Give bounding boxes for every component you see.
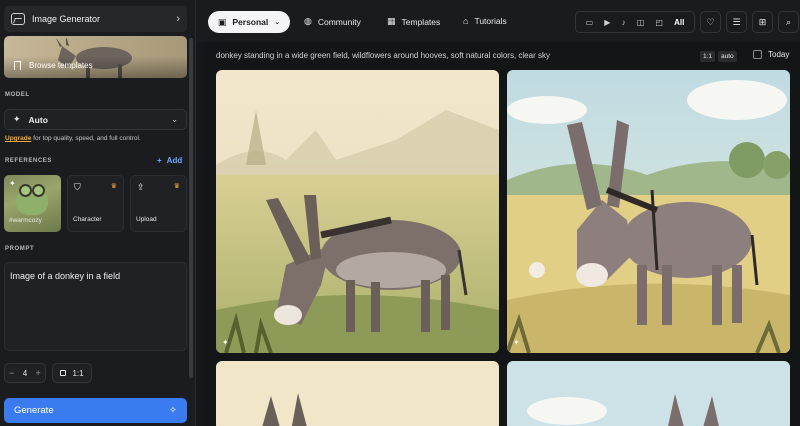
tab-community[interactable]: ◍ Community bbox=[304, 16, 361, 27]
sparkle-icon: ✧ bbox=[169, 405, 177, 416]
reference-label: Character bbox=[73, 216, 102, 223]
grid-view-button[interactable]: ⊞ bbox=[752, 11, 773, 33]
header-title: Image Generator bbox=[32, 14, 101, 24]
reference-character[interactable]: ⛉ ♛ Character bbox=[67, 175, 124, 232]
ratio-chip: 1:1 bbox=[700, 51, 716, 62]
tab-personal[interactable]: ▣ Personal ⌄ bbox=[208, 11, 290, 33]
prompt-input[interactable]: Image of a donkey in a field bbox=[4, 262, 187, 351]
minus-icon[interactable]: − bbox=[9, 368, 14, 378]
settings-sliders-button[interactable]: ☰ bbox=[726, 11, 747, 33]
favorites-button[interactable]: ♡ bbox=[700, 11, 721, 33]
upload-icon: ⇪ bbox=[137, 182, 145, 192]
generated-image-1[interactable]: ✦ bbox=[216, 70, 499, 353]
sparkle-icon: ✦ bbox=[222, 338, 229, 347]
tab-label: Templates bbox=[401, 16, 441, 27]
browse-templates-card[interactable]: Browse templates bbox=[4, 36, 187, 78]
generation-prompt: donkey standing in a wide green field, w… bbox=[216, 51, 550, 60]
chevron-down-icon: ⌄ bbox=[171, 115, 178, 124]
generated-image-4[interactable] bbox=[507, 361, 790, 426]
image-count-value: 4 bbox=[22, 368, 28, 378]
upgrade-notice: Upgrade for top quality, speed, and full… bbox=[5, 135, 141, 142]
sparkle-icon: ✦ bbox=[513, 338, 520, 347]
top-navigation: ▣ Personal ⌄ ◍ Community ▦ Templates ⌂ T… bbox=[196, 0, 800, 42]
reference-upload[interactable]: ⇪ ♛ Upload bbox=[130, 175, 187, 232]
donkey-image-partial-4 bbox=[507, 361, 790, 426]
chevron-down-icon: ⌄ bbox=[274, 19, 281, 26]
image-generator-header[interactable]: Image Generator › bbox=[4, 6, 187, 32]
reference-label: Upload bbox=[136, 216, 157, 223]
mode-chip: auto bbox=[718, 51, 737, 62]
image-icon bbox=[11, 13, 25, 25]
browse-templates-label: Browse templates bbox=[29, 61, 93, 70]
generated-image-2[interactable]: ✦ bbox=[507, 70, 790, 353]
tab-tutorials[interactable]: ⌂ Tutorials bbox=[463, 16, 507, 26]
add-label: Add bbox=[166, 156, 183, 165]
model-select[interactable]: ✦ Auto ⌄ bbox=[4, 109, 187, 130]
tab-label: Personal bbox=[232, 17, 269, 27]
reference-warmcozy[interactable]: ✦ #warmcozy bbox=[4, 175, 61, 232]
today-filter[interactable]: Today bbox=[753, 50, 789, 59]
tab-label: Community bbox=[317, 16, 361, 27]
bookmark-icon bbox=[14, 61, 21, 70]
references-section-label: REFERENCES bbox=[5, 158, 53, 164]
donkey-image-grazing bbox=[216, 70, 499, 353]
filter-image-icon[interactable]: ▭ bbox=[586, 18, 594, 27]
browse-templates-row: Browse templates bbox=[14, 61, 93, 70]
globe-icon: ◍ bbox=[304, 16, 312, 26]
generated-image-3[interactable] bbox=[216, 361, 499, 426]
generate-button[interactable]: Generate ✧ bbox=[4, 398, 187, 423]
aspect-ratio-value: 1:1 bbox=[72, 368, 84, 378]
reference-label: #warmcozy bbox=[9, 217, 42, 224]
square-icon bbox=[60, 370, 67, 376]
plus-icon[interactable]: + bbox=[36, 368, 41, 378]
add-reference-button[interactable]: + Add bbox=[157, 156, 182, 165]
frog-thumbnail bbox=[16, 184, 48, 215]
tab-label: Tutorials bbox=[474, 16, 507, 26]
search-button[interactable]: ⌕ bbox=[778, 11, 799, 33]
chevron-right-icon: › bbox=[176, 13, 180, 25]
filter-canvas-icon[interactable]: ◫ bbox=[637, 18, 645, 27]
image-stack-icon: ▣ bbox=[217, 16, 227, 27]
tab-templates[interactable]: ▦ Templates bbox=[387, 16, 440, 27]
model-value: Auto bbox=[28, 114, 48, 125]
model-section-label: MODEL bbox=[5, 92, 30, 98]
references-row: ✦ #warmcozy ⛉ ♛ Character ⇪ ♛ Upload bbox=[4, 175, 187, 232]
today-checkbox[interactable] bbox=[753, 50, 762, 59]
star-icon: ✦ bbox=[9, 179, 16, 188]
filter-audio-icon[interactable]: ♪ bbox=[622, 18, 626, 27]
upgrade-text: for top quality, speed, and full control… bbox=[31, 135, 141, 142]
sliders-icon: ☰ bbox=[732, 16, 741, 27]
sparkle-icon: ✦ bbox=[13, 114, 21, 124]
today-label: Today bbox=[768, 50, 790, 59]
sidebar: Image Generator › Browse templates MODEL… bbox=[0, 0, 196, 426]
gallery-area: donkey standing in a wide green field, w… bbox=[204, 42, 800, 426]
donkey-image-partial-3 bbox=[216, 361, 499, 426]
generate-label: Generate bbox=[14, 405, 54, 416]
media-filter-group: ▭ ▶ ♪ ◫ ◰ All bbox=[575, 11, 695, 33]
grid-icon: ⊞ bbox=[758, 16, 767, 27]
donkey-image-standing bbox=[507, 70, 790, 353]
sidebar-scrollbar[interactable] bbox=[189, 38, 193, 378]
image-count-stepper[interactable]: − 4 + bbox=[4, 363, 46, 383]
person-icon: ⛉ bbox=[74, 182, 81, 192]
upgrade-link[interactable]: Upgrade bbox=[5, 135, 31, 142]
filter-3d-icon[interactable]: ◰ bbox=[655, 18, 663, 27]
plus-icon: + bbox=[157, 156, 162, 165]
search-icon: ⌕ bbox=[785, 16, 792, 27]
aspect-ratio-button[interactable]: 1:1 bbox=[52, 363, 92, 383]
prompt-section-label: PROMPT bbox=[5, 246, 35, 252]
crown-icon: ♛ bbox=[110, 183, 117, 190]
heart-icon: ♡ bbox=[706, 16, 715, 27]
filter-all-button[interactable]: All bbox=[674, 18, 684, 27]
crown-icon: ♛ bbox=[173, 183, 180, 190]
templates-icon: ▦ bbox=[387, 16, 396, 26]
filter-video-icon[interactable]: ▶ bbox=[604, 18, 610, 27]
graduation-cap-icon: ⌂ bbox=[463, 16, 469, 26]
